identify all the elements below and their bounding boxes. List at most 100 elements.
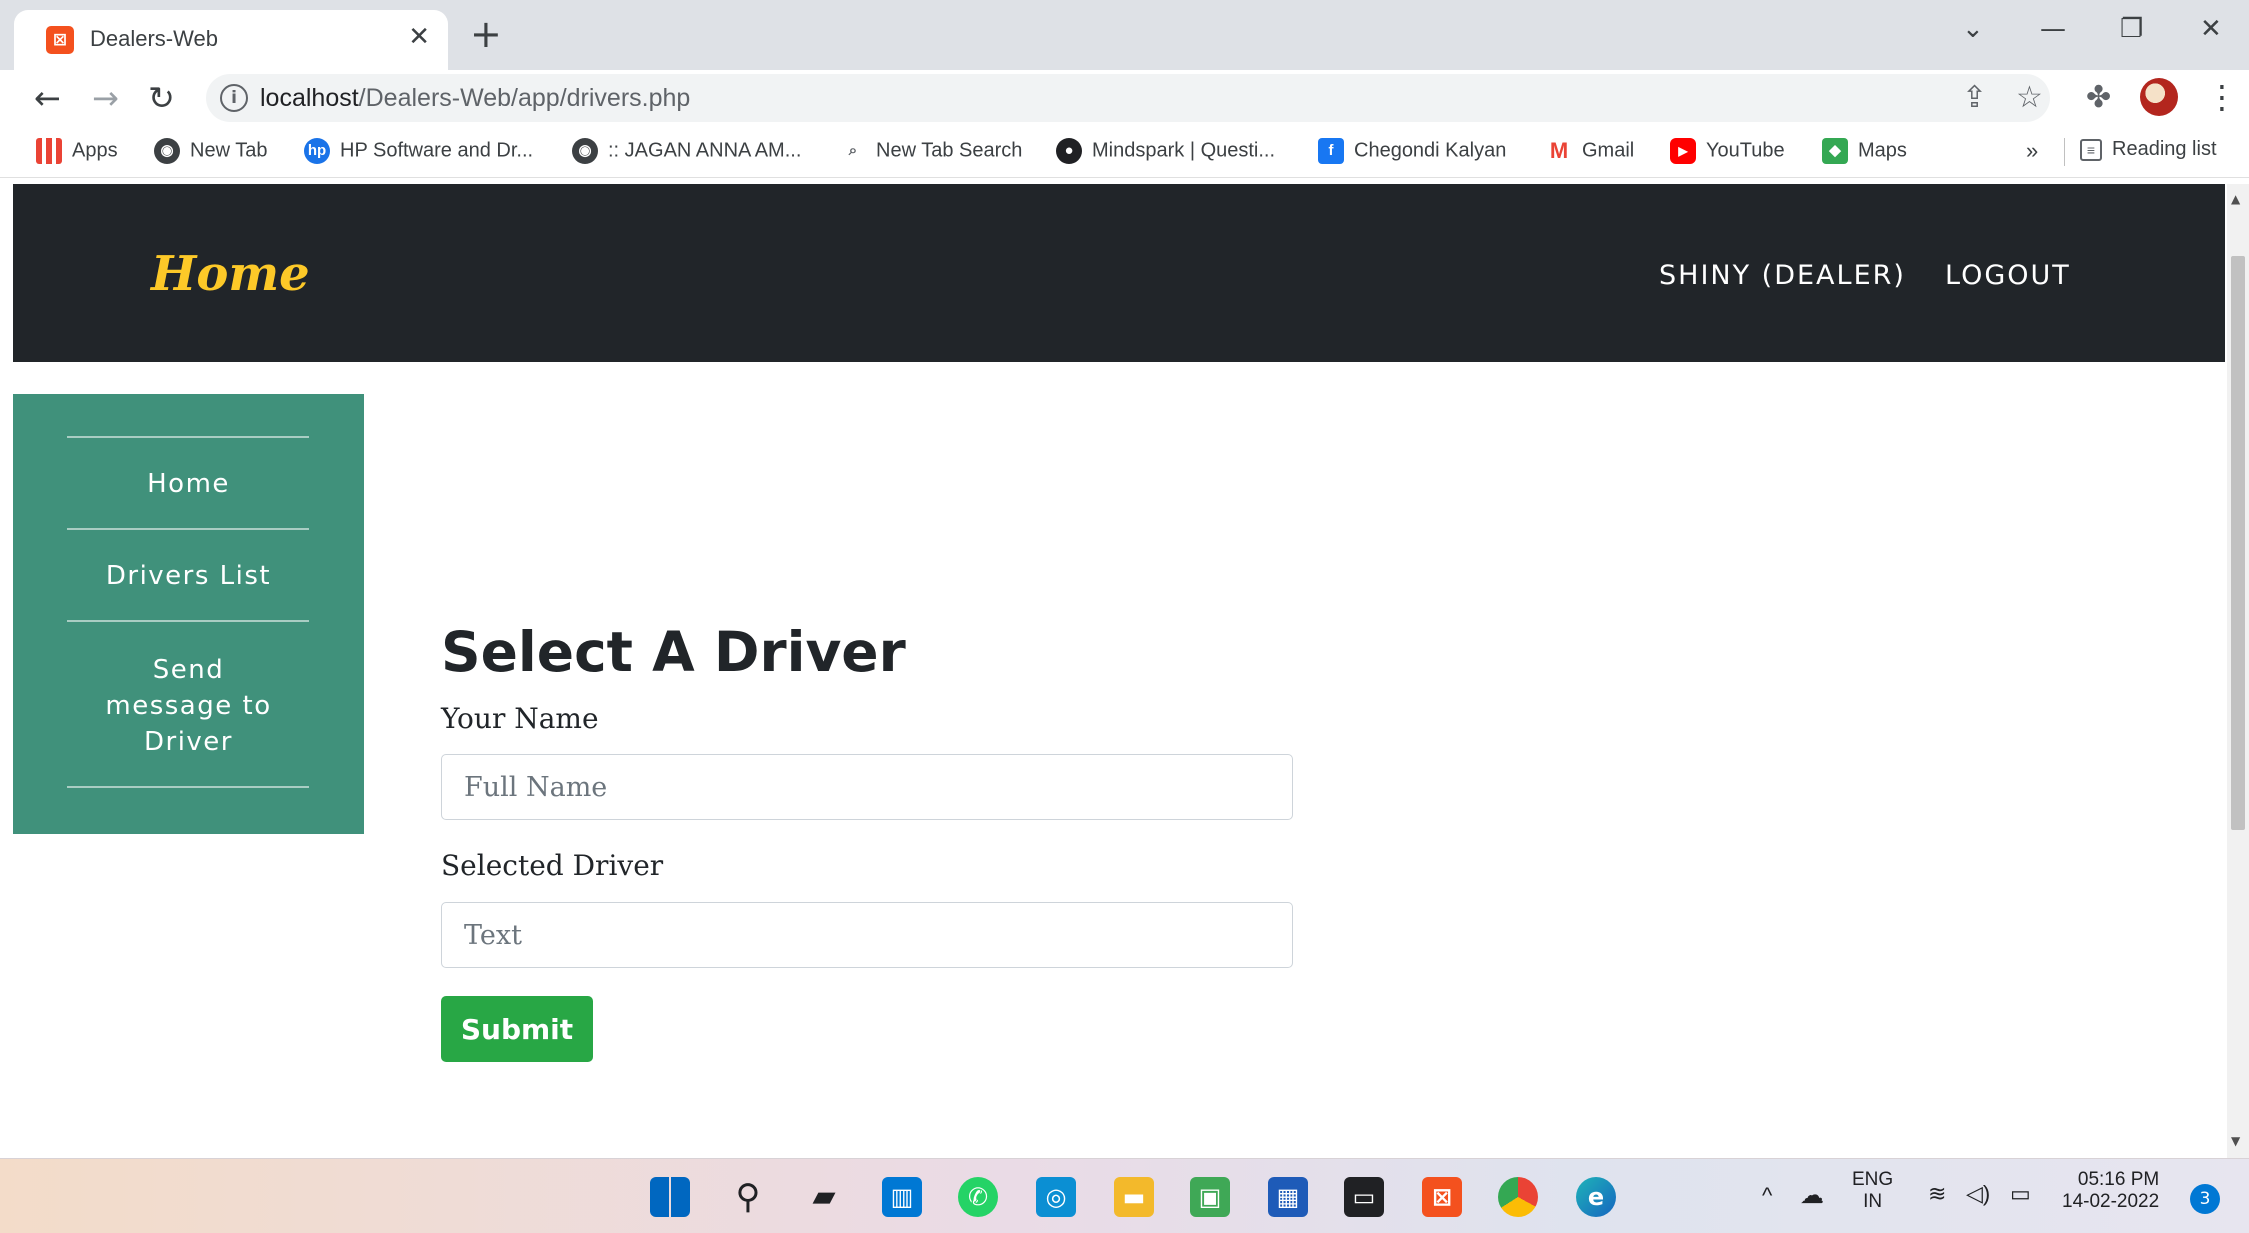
globe-icon: ◉ <box>154 138 180 164</box>
edge-icon[interactable]: e <box>1576 1177 1616 1217</box>
browser-menu-icon[interactable]: ⋮ <box>2206 78 2238 116</box>
notification-badge[interactable]: 3 <box>2190 1184 2220 1214</box>
url-host: localhost <box>260 84 359 112</box>
sidebar-item-send-message[interactable]: Send message to Driver <box>13 652 364 760</box>
xampp-icon[interactable]: ⊠ <box>1422 1177 1462 1217</box>
sidebar-divider <box>67 436 309 438</box>
search-icon[interactable]: ⚲ <box>728 1177 768 1217</box>
bookmark-facebook[interactable]: f Chegondi Kalyan <box>1318 138 1506 164</box>
bookmark-label: New Tab Search <box>876 139 1023 162</box>
new-tab-button[interactable]: + <box>470 14 502 54</box>
sidebar-divider <box>67 528 309 530</box>
tab-close-icon[interactable]: ✕ <box>408 22 430 52</box>
bookmarks-bar: Apps ◉ New Tab hp HP Software and Dr... ◉:… <box>0 126 2249 178</box>
clock-time: 05:16 PM <box>2077 1169 2160 1190</box>
bookmark-star-icon[interactable]: ☆ <box>2016 80 2043 115</box>
web-page: Home SHINY (DEALER) LOGOUT Home Drivers … <box>13 184 2225 1158</box>
bookmark-hp-software[interactable]: hp HP Software and Dr... <box>304 138 533 164</box>
scrollbar-thumb[interactable] <box>2231 256 2245 830</box>
bookmark-youtube[interactable]: ▶ YouTube <box>1670 138 1785 164</box>
bookmark-new-tab-search[interactable]: ⌕ New Tab Search <box>840 138 1023 164</box>
terminal-icon[interactable]: ▭ <box>1344 1177 1384 1217</box>
bookmark-label: Mindspark | Questi... <box>1092 139 1276 162</box>
bookmark-label: Maps <box>1858 139 1907 162</box>
bookmark-apps[interactable]: Apps <box>36 138 118 164</box>
bookmark-jagan-anna[interactable]: ◉:: JAGAN ANNA AM... <box>572 138 801 164</box>
tab-strip: ⊠ Dealers-Web ✕ + ⌄ — ❐ ✕ <box>0 0 2249 70</box>
site-info-icon[interactable]: i <box>220 84 248 112</box>
volume-icon[interactable]: ◁) <box>1966 1181 1990 1207</box>
bookmark-label: HP Software and Dr... <box>340 139 534 162</box>
back-arrow-icon[interactable]: ← <box>34 78 61 118</box>
reading-list-label: Reading list <box>2112 138 2217 160</box>
address-bar[interactable]: i localhost/Dealers-Web/app/drivers.php … <box>206 74 2050 122</box>
windows-taskbar: ⚲ ▰ ▥ ✆ ◎ ▬ ▣ ▦ ▭ ⊠ e ^ ☁ ENG IN ≋ ◁) ▭ … <box>0 1158 2249 1233</box>
tab-search-icon[interactable]: ⌄ <box>1962 14 1984 44</box>
task-view-icon[interactable]: ▰ <box>804 1177 844 1217</box>
bookmark-label: New Tab <box>190 139 268 162</box>
restore-icon[interactable]: ❐ <box>2120 14 2143 44</box>
bookmark-maps[interactable]: ◆ Maps <box>1822 138 1907 164</box>
bookmark-label: Gmail <box>1582 139 1635 162</box>
full-name-input[interactable] <box>441 754 1293 820</box>
sidebar-item-drivers-list[interactable]: Drivers List <box>13 558 364 594</box>
youtube-icon: ▶ <box>1670 138 1696 164</box>
chrome-icon[interactable] <box>1498 1177 1538 1217</box>
language-code: ENG <box>1852 1169 1894 1190</box>
reload-icon[interactable]: ↻ <box>148 78 175 118</box>
tab-dealers-web[interactable]: ⊠ Dealers-Web ✕ <box>14 10 448 70</box>
dell-app-icon[interactable]: ◎ <box>1036 1177 1076 1217</box>
profile-avatar[interactable] <box>2140 78 2178 116</box>
battery-icon[interactable]: ▭ <box>2010 1181 2031 1207</box>
sidebar-divider <box>67 620 309 622</box>
submit-button[interactable]: Submit <box>441 996 593 1062</box>
xampp-favicon-icon: ⊠ <box>46 26 74 54</box>
widgets-icon[interactable]: ▥ <box>882 1177 922 1217</box>
language-indicator[interactable]: ENG IN <box>1852 1169 1893 1213</box>
microsoft-store-icon[interactable]: ▦ <box>1268 1177 1308 1217</box>
gmail-icon: M <box>1549 138 1569 163</box>
reading-list-icon: ≡ <box>2080 138 2102 161</box>
bookmark-label: Chegondi Kalyan <box>1354 139 1507 162</box>
brand-home-link[interactable]: Home <box>151 246 310 302</box>
site-navbar: Home SHINY (DEALER) LOGOUT <box>13 184 2225 362</box>
search-icon: ⌕ <box>848 142 858 159</box>
file-explorer-icon[interactable]: ▬ <box>1114 1177 1154 1217</box>
minimize-icon[interactable]: — <box>2040 14 2066 44</box>
url-text[interactable]: localhost/Dealers-Web/app/drivers.php <box>260 84 690 113</box>
whatsapp-icon[interactable]: ✆ <box>958 1177 998 1217</box>
forward-arrow-icon[interactable]: → <box>92 78 119 118</box>
globe-icon: ◉ <box>572 138 598 164</box>
selected-driver-input[interactable] <box>441 902 1293 968</box>
bookmark-mindspark[interactable]: ● Mindspark | Questi... <box>1056 138 1275 164</box>
page-scrollbar[interactable]: ▲ ▼ <box>2227 184 2249 1158</box>
clock[interactable]: 05:16 PM 14-02-2022 <box>2062 1169 2159 1213</box>
onedrive-cloud-icon[interactable]: ☁ <box>1800 1181 1824 1210</box>
clock-date: 14-02-2022 <box>2062 1191 2160 1212</box>
extensions-puzzle-icon[interactable]: ✤ <box>2086 80 2111 115</box>
bookmark-gmail[interactable]: M Gmail <box>1546 138 1634 164</box>
url-path: /Dealers-Web/app/drivers.php <box>358 84 691 112</box>
wifi-icon[interactable]: ≋ <box>1928 1181 1946 1207</box>
bookmark-new-tab[interactable]: ◉ New Tab <box>154 138 267 164</box>
scroll-up-icon[interactable]: ▲ <box>2231 192 2240 206</box>
close-window-icon[interactable]: ✕ <box>2200 14 2222 44</box>
windows-start-icon[interactable] <box>650 1177 690 1217</box>
name-label: Your Name <box>441 702 599 735</box>
more-bookmarks-button[interactable]: » <box>2026 138 2038 164</box>
browser-window: ⊠ Dealers-Web ✕ + ⌄ — ❐ ✕ ← → ↻ i localh… <box>0 0 2249 1233</box>
photos-icon[interactable]: ▣ <box>1190 1177 1230 1217</box>
apps-grid-icon <box>36 138 62 164</box>
sidebar-item-home[interactable]: Home <box>13 466 364 502</box>
scroll-down-icon[interactable]: ▼ <box>2231 1134 2240 1148</box>
page-title: Select A Driver <box>441 620 906 684</box>
tray-overflow-icon[interactable]: ^ <box>1762 1183 1772 1209</box>
user-dealer-link[interactable]: SHINY (DEALER) <box>1659 260 1906 291</box>
selected-driver-label: Selected Driver <box>441 849 664 882</box>
region-code: IN <box>1863 1191 1883 1212</box>
logout-link[interactable]: LOGOUT <box>1945 260 2071 291</box>
reading-list-button[interactable]: ≡ Reading list <box>2080 138 2217 161</box>
bookmark-label: YouTube <box>1706 139 1785 162</box>
share-icon[interactable]: ⇪ <box>1962 80 1987 115</box>
mindspark-icon: ● <box>1056 138 1082 164</box>
